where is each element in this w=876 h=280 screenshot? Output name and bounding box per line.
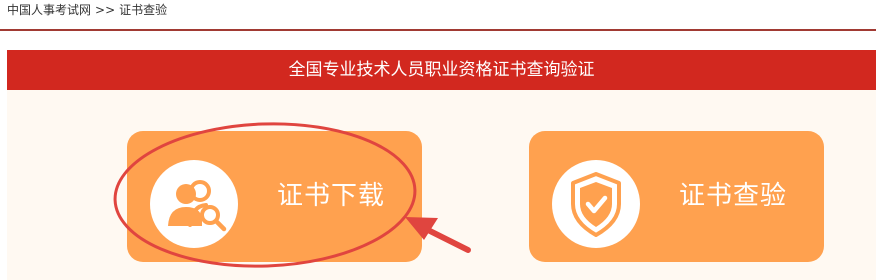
certificate-verify-button[interactable]: 证书查验 <box>529 131 824 262</box>
breadcrumb-current: 证书查验 <box>119 3 168 17</box>
certificate-verify-label: 证书查验 <box>679 181 788 211</box>
top-bar: 中国人事考试网 >> 证书查验 <box>0 0 876 31</box>
certificate-panel: 全国专业技术人员职业资格证书查询验证 证书下载 证书查验 <box>7 50 876 280</box>
certificate-download-button[interactable]: 证书下载 <box>127 131 422 262</box>
user-search-icon <box>150 160 238 248</box>
shield-check-icon <box>552 160 640 248</box>
breadcrumb-separator: >> <box>95 3 116 17</box>
panel-title: 全国专业技术人员职业资格证书查询验证 <box>7 50 876 90</box>
certificate-download-label: 证书下载 <box>277 181 386 211</box>
breadcrumb: 中国人事考试网 >> 证书查验 <box>7 1 167 19</box>
breadcrumb-home-link[interactable]: 中国人事考试网 <box>7 3 91 17</box>
